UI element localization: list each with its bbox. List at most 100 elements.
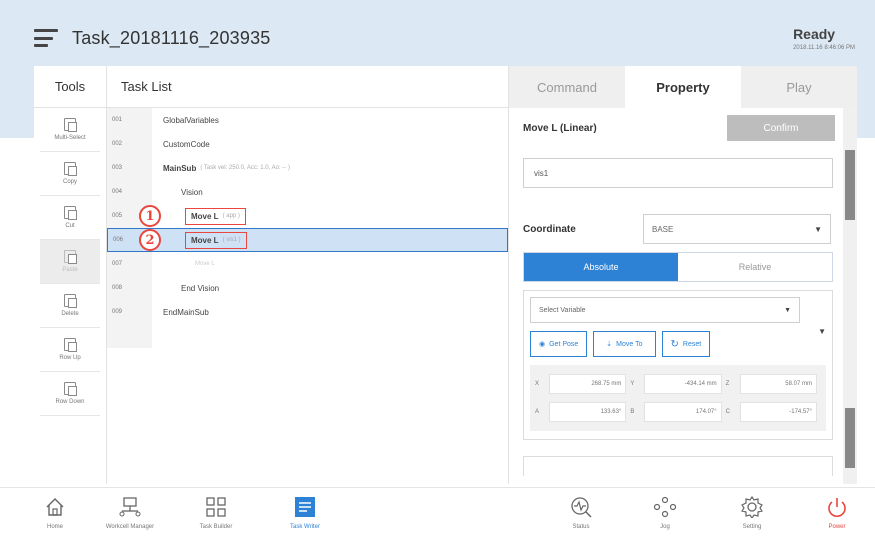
nav-task-builder[interactable]: Task Builder <box>181 496 251 530</box>
nav-label: Home <box>46 524 63 530</box>
pose-value[interactable]: -174.57° <box>739 402 817 422</box>
scrollbar-thumb-lower[interactable] <box>845 408 855 468</box>
row-number: 001 <box>112 117 123 123</box>
row-text: End Vision <box>181 283 220 293</box>
status-block: Ready 2018.11.16 8:46:06 PM <box>793 26 855 51</box>
status-datetime: 2018.11.16 8:46:06 PM <box>793 44 855 51</box>
confirm-button[interactable]: Confirm <box>727 115 835 141</box>
nav-home[interactable]: Home <box>20 496 90 530</box>
row-subtext: Move L <box>195 261 215 267</box>
copy-icon <box>64 162 77 176</box>
tool-cut[interactable]: Cut <box>40 196 100 240</box>
main-panel: Tools Multi-Select Copy Cut Paste Delete… <box>34 66 857 484</box>
multi-select-icon <box>64 118 77 132</box>
tool-label: Copy <box>62 179 77 185</box>
pose-value[interactable]: 174.07° <box>644 402 722 422</box>
nav-jog[interactable]: Jog <box>630 496 700 530</box>
move-to-label: Move To <box>616 340 643 348</box>
select-variable-dropdown[interactable]: Select Variable ▼ <box>530 297 800 323</box>
task-title: Task_20181116_203935 <box>72 27 271 48</box>
pose-key: X <box>535 381 540 387</box>
reset-label: Reset <box>682 340 702 348</box>
nav-workcell-manager[interactable]: Workcell Manager <box>95 496 165 530</box>
row-number: 002 <box>112 141 123 147</box>
task-list: Task List 001 GlobalVariables 002 Custom… <box>107 66 509 484</box>
row-text: Move L <box>191 211 219 221</box>
toggle-relative[interactable]: Relative <box>678 253 832 281</box>
row-up-icon <box>64 338 77 352</box>
expand-caret-icon[interactable]: ▼ <box>818 327 826 336</box>
move-to-button[interactable]: ⇣ Move To <box>593 331 656 357</box>
tab-command[interactable]: Command <box>509 66 625 108</box>
command-title: Move L (Linear) <box>523 122 597 134</box>
task-row-selected[interactable]: 006 Move L ( vis1 ) 2 <box>107 228 508 252</box>
nav-status[interactable]: Status <box>546 496 616 530</box>
get-pose-label: Get Pose <box>549 340 579 348</box>
pose-value[interactable]: 133.63° <box>549 402 627 422</box>
tool-paste[interactable]: Paste <box>40 240 100 284</box>
toggle-absolute[interactable]: Absolute <box>524 253 678 281</box>
tools-column: Tools Multi-Select Copy Cut Paste Delete… <box>34 66 107 484</box>
pose-value[interactable]: 58.07 mm <box>739 374 817 394</box>
home-icon <box>46 498 64 516</box>
target-icon: ◉ <box>539 341 546 348</box>
task-row[interactable]: 002 CustomCode <box>107 132 508 156</box>
row-subtext: ( vis1 ) <box>222 237 241 243</box>
row-number: 009 <box>112 309 123 315</box>
pose-key: C <box>725 409 730 415</box>
tool-multi-select[interactable]: Multi-Select <box>40 108 100 152</box>
pose-key: Z <box>725 381 730 387</box>
pose-cell-a: A 133.63° <box>535 402 630 422</box>
task-row[interactable]: 008 End Vision <box>107 276 508 300</box>
step-badge-1: 1 <box>139 205 161 227</box>
nav-label: Power <box>828 524 846 530</box>
row-text: Move L <box>191 235 219 245</box>
tab-play[interactable]: Play <box>741 66 857 108</box>
name-input[interactable]: vis1 <box>523 158 833 188</box>
task-list-title: Task List <box>107 66 508 108</box>
gear-icon <box>741 496 763 518</box>
nav-task-writer[interactable]: Task Writer <box>270 496 340 530</box>
task-row[interactable]: 007 Move L <box>107 252 508 276</box>
bottom-nav: Home Workcell Manager Task Builder Task … <box>0 487 875 547</box>
task-row[interactable]: 004 Vision <box>107 180 508 204</box>
row-down-icon <box>64 382 77 396</box>
tab-property[interactable]: Property <box>625 66 741 108</box>
reset-icon: ↻ <box>670 338 679 350</box>
nav-power[interactable]: Power <box>802 496 872 530</box>
nav-label: Setting <box>742 524 762 530</box>
task-row[interactable]: 005 Move L ( app ) 1 <box>107 204 508 228</box>
task-row[interactable]: 009 EndMainSub <box>107 300 508 324</box>
pose-value[interactable]: -434.14 mm <box>644 374 722 394</box>
panel-body: Move L (Linear) Confirm vis1 Coordinate … <box>509 108 839 484</box>
nav-setting[interactable]: Setting <box>717 496 787 530</box>
tools-title: Tools <box>34 66 106 108</box>
get-pose-button[interactable]: ◉ Get Pose <box>530 331 588 357</box>
nav-label: Task Writer <box>290 524 320 530</box>
row-number: 006 <box>113 237 124 243</box>
next-section-stub <box>523 456 833 476</box>
tool-label: Row Down <box>55 399 85 405</box>
paste-icon <box>64 250 77 264</box>
highlight-box: Move L ( app ) <box>185 207 246 225</box>
command-header: Move L (Linear) Confirm <box>523 108 839 148</box>
tool-copy[interactable]: Copy <box>40 152 100 196</box>
row-number: 008 <box>112 285 123 291</box>
nav-label: Jog <box>660 524 670 530</box>
trash-icon <box>64 294 77 308</box>
nav-label: Task Builder <box>199 524 233 530</box>
task-builder-icon <box>206 497 226 517</box>
panel-scrollbar[interactable] <box>843 108 857 484</box>
reset-button[interactable]: ↻ Reset <box>661 331 711 357</box>
tool-row-down[interactable]: Row Down <box>40 372 100 416</box>
task-row[interactable]: 003 MainSub ( Task vel: 250.0, Acc: 1.0,… <box>107 156 508 180</box>
tool-delete[interactable]: Delete <box>40 284 100 328</box>
pose-value[interactable]: 268.75 mm <box>549 374 627 394</box>
menu-icon[interactable] <box>34 29 58 47</box>
pose-key: B <box>630 409 635 415</box>
tool-row-up[interactable]: Row Up <box>40 328 100 372</box>
task-row[interactable]: 001 GlobalVariables <box>107 108 508 132</box>
coordinate-select[interactable]: BASE ▼ <box>643 214 831 244</box>
absolute-relative-toggle: Absolute Relative <box>523 252 833 282</box>
scrollbar-thumb[interactable] <box>845 150 855 220</box>
